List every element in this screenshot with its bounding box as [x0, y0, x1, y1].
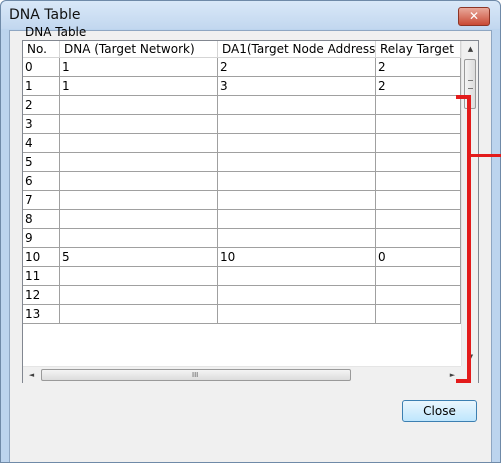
cell-da1[interactable] — [218, 96, 376, 115]
cell-da1[interactable]: 2 — [218, 58, 376, 77]
cell-relay-target[interactable] — [376, 134, 461, 153]
cell-relay-target[interactable] — [376, 172, 461, 191]
cell-no[interactable]: 6 — [23, 172, 60, 191]
scroll-left-arrow-icon[interactable]: ◄ — [23, 367, 40, 384]
cell-dna[interactable] — [60, 210, 218, 229]
horizontal-scrollbar[interactable]: ◄ III ► — [23, 366, 461, 383]
cell-no[interactable]: 7 — [23, 191, 60, 210]
close-window-button[interactable]: ✕ — [458, 7, 490, 26]
cell-no[interactable]: 11 — [23, 267, 60, 286]
cell-no[interactable]: 4 — [23, 134, 60, 153]
annotation-bracket-bottom — [456, 379, 471, 383]
table-row[interactable]: 11 — [23, 267, 461, 286]
cell-dna[interactable] — [60, 229, 218, 248]
window-title: DNA Table — [9, 7, 81, 23]
cell-dna[interactable] — [60, 115, 218, 134]
cell-no[interactable]: 1 — [23, 77, 60, 96]
cell-dna[interactable] — [60, 134, 218, 153]
table-row[interactable]: 4 — [23, 134, 461, 153]
table-row[interactable]: 2 — [23, 96, 461, 115]
cell-da1[interactable] — [218, 134, 376, 153]
table-row[interactable]: 0122 — [23, 58, 461, 77]
cell-da1[interactable] — [218, 115, 376, 134]
cell-dna[interactable] — [60, 305, 218, 324]
cell-dna[interactable] — [60, 153, 218, 172]
cell-no[interactable]: 0 — [23, 58, 60, 77]
cell-dna[interactable]: 5 — [60, 248, 218, 267]
table-row[interactable]: 6 — [23, 172, 461, 191]
table-row[interactable]: 10 5 10 0 — [23, 248, 461, 267]
table-group-label: DNA Table — [25, 25, 87, 39]
annotation-pointer — [471, 154, 501, 157]
cell-dna[interactable] — [60, 172, 218, 191]
cell-no[interactable]: 13 — [23, 305, 60, 324]
cell-relay-target[interactable] — [376, 115, 461, 134]
cell-dna[interactable]: 1 — [60, 77, 218, 96]
cell-relay-target[interactable]: 0 — [376, 248, 461, 267]
table-row[interactable]: 3 — [23, 115, 461, 134]
cell-da1[interactable] — [218, 229, 376, 248]
column-header-relay-target[interactable]: Relay Target — [376, 41, 461, 57]
cell-dna[interactable] — [60, 267, 218, 286]
cell-da1[interactable]: 10 — [218, 248, 376, 267]
cell-da1[interactable]: 3 — [218, 77, 376, 96]
cell-relay-target[interactable] — [376, 286, 461, 305]
cell-da1[interactable] — [218, 191, 376, 210]
cell-dna[interactable] — [60, 286, 218, 305]
table-row[interactable]: 1132 — [23, 77, 461, 96]
horizontal-scroll-thumb[interactable]: III — [41, 369, 351, 381]
cell-da1[interactable] — [218, 305, 376, 324]
cell-relay-target[interactable] — [376, 191, 461, 210]
table-row[interactable]: 13 — [23, 305, 461, 324]
column-header-da1[interactable]: DA1(Target Node Address) — [218, 41, 376, 57]
cell-no[interactable]: 10 — [23, 248, 60, 267]
cell-relay-target[interactable] — [376, 267, 461, 286]
annotation-bracket — [467, 95, 471, 383]
scroll-grip-icon: III — [192, 371, 199, 379]
cell-relay-target[interactable] — [376, 153, 461, 172]
grid-viewport: No. DNA (Target Network) DA1(Target Node… — [23, 41, 461, 366]
grid-header: No. DNA (Target Network) DA1(Target Node… — [23, 41, 461, 58]
table-row[interactable]: 9 — [23, 229, 461, 248]
cell-da1[interactable] — [218, 210, 376, 229]
cell-relay-target[interactable]: 2 — [376, 58, 461, 77]
dna-table-dialog: DNA Table ✕ DNA Table No. DNA (Target Ne… — [0, 0, 501, 463]
table-row[interactable]: 12 — [23, 286, 461, 305]
cell-relay-target[interactable] — [376, 305, 461, 324]
cell-relay-target[interactable] — [376, 96, 461, 115]
cell-da1[interactable] — [218, 153, 376, 172]
cell-relay-target[interactable] — [376, 210, 461, 229]
column-header-no[interactable]: No. — [23, 41, 60, 57]
cell-dna[interactable]: 1 — [60, 58, 218, 77]
cell-no[interactable]: 8 — [23, 210, 60, 229]
cell-da1[interactable] — [218, 286, 376, 305]
cell-no[interactable]: 2 — [23, 96, 60, 115]
table-row[interactable]: 8 — [23, 210, 461, 229]
cell-no[interactable]: 9 — [23, 229, 60, 248]
cell-da1[interactable] — [218, 267, 376, 286]
cell-no[interactable]: 3 — [23, 115, 60, 134]
table-row[interactable]: 5 — [23, 153, 461, 172]
table-row[interactable]: 7 — [23, 191, 461, 210]
cell-no[interactable]: 12 — [23, 286, 60, 305]
scroll-up-arrow-icon[interactable]: ▲ — [462, 41, 479, 58]
cell-da1[interactable] — [218, 172, 376, 191]
cell-dna[interactable] — [60, 191, 218, 210]
cell-dna[interactable] — [60, 96, 218, 115]
cell-relay-target[interactable]: 2 — [376, 77, 461, 96]
close-button[interactable]: Close — [402, 400, 477, 422]
dna-grid[interactable]: No. DNA (Target Network) DA1(Target Node… — [22, 40, 479, 383]
column-header-dna[interactable]: DNA (Target Network) — [60, 41, 218, 57]
cell-no[interactable]: 5 — [23, 153, 60, 172]
cell-relay-target[interactable] — [376, 229, 461, 248]
